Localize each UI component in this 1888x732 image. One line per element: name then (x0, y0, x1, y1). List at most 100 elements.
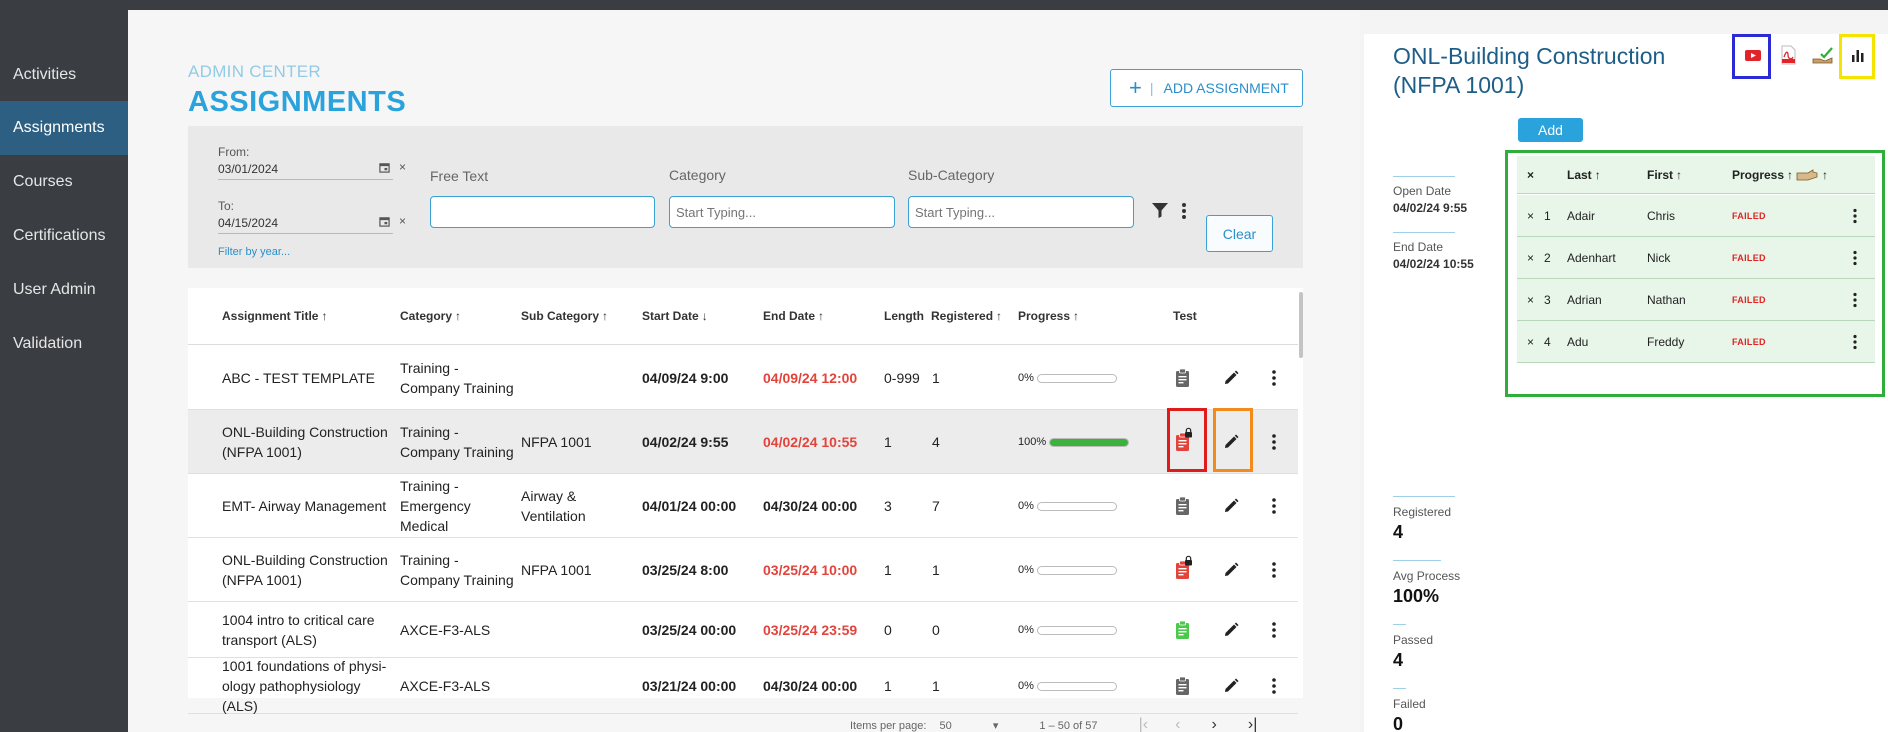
more-vertical-icon[interactable] (1177, 200, 1191, 222)
clipboard-lock-icon[interactable] (1174, 555, 1192, 580)
remove-icon[interactable]: × (1527, 237, 1534, 278)
registrant-row[interactable]: × 3 Adrian Nathan FAILED (1517, 279, 1875, 321)
pencil-icon[interactable] (1223, 562, 1239, 578)
end-date-cell-text: 04/30/24 00:00 (763, 678, 858, 694)
filter-by-year-link[interactable]: Filter by year... (218, 246, 290, 258)
sidebar-item-validation[interactable]: Validation (0, 317, 149, 371)
more-vertical-icon[interactable] (1852, 208, 1858, 224)
subcategory-input[interactable] (908, 196, 1134, 228)
table-row[interactable]: 1001 foundations of physi- ology pathoph… (188, 658, 1298, 714)
pencil-icon[interactable] (1223, 622, 1239, 638)
filter-icon[interactable] (1150, 200, 1170, 220)
category-input[interactable] (669, 196, 895, 228)
clipboard-icon[interactable] (1174, 368, 1192, 388)
clipboard-lock-icon[interactable] (1174, 427, 1192, 452)
sidebar-item-assignments[interactable]: Assignments (0, 101, 149, 155)
calendar-icon[interactable] (379, 162, 390, 173)
col-start-date[interactable]: Start Date ↓ (642, 309, 708, 323)
sidebar-item-user-admin[interactable]: User Admin (0, 263, 149, 317)
table-row[interactable]: EMT- Airway Management Training - Emergen… (188, 474, 1298, 538)
table-scrollbar[interactable] (1299, 292, 1303, 358)
clipboard-icon[interactable] (1174, 496, 1192, 516)
col-first[interactable]: First ↑ (1647, 156, 1682, 193)
assignment-title[interactable]: 1004 intro to critical care transport (A… (222, 602, 397, 658)
stat-value: 4 (1393, 522, 1404, 542)
last-page-icon[interactable]: ›| (1248, 716, 1257, 732)
clear-to-date-icon[interactable]: × (399, 214, 406, 228)
col-length[interactable]: Length (884, 309, 924, 323)
col-registered[interactable]: Registered ↑ (931, 309, 1002, 323)
assignment-title[interactable]: ONL-Building Construction (NFPA 1001) (222, 410, 397, 474)
more-vertical-icon[interactable] (1271, 433, 1277, 451)
registrant-number-text: 1 (1544, 208, 1551, 223)
add-assignment-button[interactable]: + | ADD ASSIGNMENT (1110, 69, 1303, 107)
more-vertical-icon[interactable] (1271, 497, 1277, 515)
clear-button[interactable]: Clear (1206, 215, 1273, 252)
end-date-cell-text: 03/25/24 10:00 (763, 562, 858, 578)
first-page-icon[interactable]: |‹ (1139, 716, 1148, 732)
calendar-icon[interactable] (379, 216, 390, 227)
pencil-icon[interactable] (1223, 678, 1239, 694)
table-row[interactable]: ONL-Building Construction (NFPA 1001) Tra… (188, 410, 1298, 474)
table-row[interactable]: 1004 intro to critical care transport (A… (188, 602, 1298, 658)
category-cell-text: Training - Company Training (400, 552, 514, 588)
col-end-date[interactable]: End Date ↑ (763, 309, 824, 323)
col-label: End Date (763, 309, 816, 323)
pdf-icon[interactable] (1774, 41, 1802, 69)
sidebar-item-certifications[interactable]: Certifications (0, 209, 149, 263)
col-category[interactable]: Category ↑ (400, 309, 461, 323)
remove-all-icon[interactable]: × (1527, 156, 1534, 193)
clipboard-icon[interactable] (1174, 620, 1192, 640)
prev-page-icon[interactable]: ‹ (1175, 716, 1180, 732)
more-vertical-icon[interactable] (1852, 292, 1858, 308)
registrant-row[interactable]: × 1 Adair Chris FAILED (1517, 195, 1875, 237)
col-sub-category[interactable]: Sub Category ↑ (521, 309, 608, 323)
clipboard-icon[interactable] (1174, 676, 1192, 696)
hand-check-icon[interactable] (1809, 41, 1837, 69)
from-date-input[interactable]: 03/01/2024 (218, 162, 278, 176)
registrant-row[interactable]: × 4 Adu Freddy FAILED (1517, 321, 1875, 363)
col-assignment-title[interactable]: Assignment Title ↑ (222, 309, 327, 323)
assignment-title[interactable]: 1001 foundations of physi- ology pathoph… (222, 658, 397, 714)
end-date-cell: 03/25/24 23:59 (763, 602, 883, 658)
table-row[interactable]: ONL-Building Construction (NFPA 1001) Tra… (188, 538, 1298, 602)
clear-from-date-icon[interactable]: × (399, 160, 406, 174)
registrant-first-text: Nathan (1647, 292, 1686, 307)
video-icon[interactable] (1739, 41, 1767, 69)
next-page-icon[interactable]: › (1212, 716, 1217, 732)
registrant-last-text: Adenhart (1567, 250, 1616, 265)
remove-icon[interactable]: × (1527, 321, 1534, 362)
assignment-title[interactable]: ABC - TEST TEMPLATE (222, 346, 397, 410)
to-date-input[interactable]: 04/15/2024 (218, 216, 278, 230)
sidebar-item-activities[interactable]: Activities (0, 48, 149, 102)
col-progress[interactable]: Progress ↑ (1018, 309, 1079, 323)
pencil-icon[interactable] (1223, 498, 1239, 514)
more-vertical-icon[interactable] (1271, 621, 1277, 639)
more-vertical-icon[interactable] (1271, 369, 1277, 387)
sidebar-item-courses[interactable]: Courses (0, 155, 149, 209)
more-vertical-icon[interactable] (1852, 334, 1858, 350)
length-cell: 0 (884, 602, 929, 658)
registrant-status: FAILED (1732, 321, 1766, 362)
registrant-row[interactable]: × 2 Adenhart Nick FAILED (1517, 237, 1875, 279)
pencil-icon[interactable] (1223, 434, 1239, 450)
col-last[interactable]: Last ↑ (1567, 156, 1601, 193)
table-row[interactable]: ABC - TEST TEMPLATE Training - Company Tr… (188, 346, 1298, 410)
start-date-cell: 04/01/24 00:00 (642, 474, 762, 538)
remove-icon[interactable]: × (1527, 279, 1534, 320)
pencil-icon[interactable] (1223, 370, 1239, 386)
more-vertical-icon[interactable] (1271, 677, 1277, 695)
more-vertical-icon[interactable] (1271, 561, 1277, 579)
remove-icon[interactable]: × (1527, 195, 1534, 236)
assignment-title[interactable]: ONL-Building Construction (NFPA 1001) (222, 538, 397, 602)
more-vertical-icon[interactable] (1852, 250, 1858, 266)
progress-cell-text: 0% (1018, 500, 1034, 512)
bar-chart-icon[interactable] (1844, 41, 1872, 69)
chevron-down-icon[interactable]: ▾ (993, 720, 999, 732)
progress-cell: 0% (1018, 658, 1138, 714)
add-registrant-button[interactable]: Add (1518, 118, 1583, 142)
col-progress[interactable]: Progress ↑ ↑ (1732, 156, 1828, 193)
free-text-input[interactable] (430, 196, 655, 228)
items-per-page-select[interactable]: 50 (940, 720, 952, 732)
assignment-title[interactable]: EMT- Airway Management (222, 474, 397, 538)
